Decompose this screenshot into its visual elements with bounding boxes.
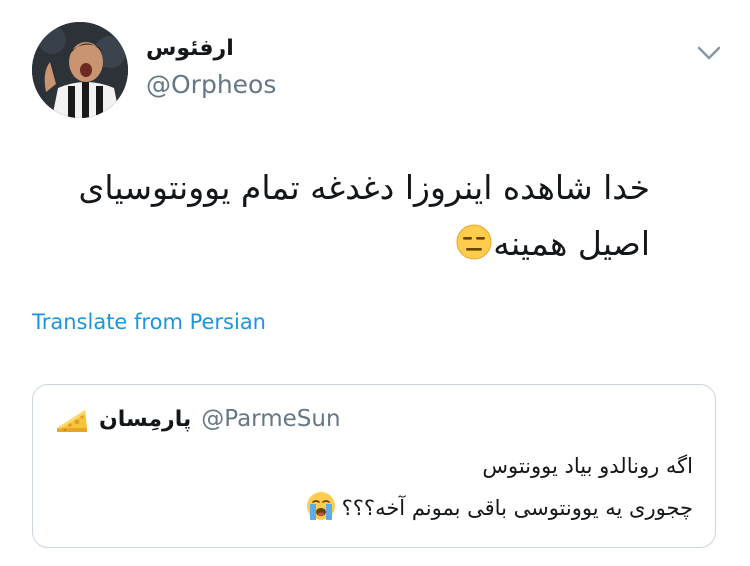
chevron-down-icon[interactable] <box>696 42 722 64</box>
quoted-header: پارمِسان @ParmeSun <box>55 403 341 435</box>
quoted-line-2-text: چجوری یه یوونتوسی باقی بمونم آخه؟؟؟ <box>341 496 693 520</box>
quoted-line-1: اگه رونالدو بیاد یوونتوس <box>482 454 693 478</box>
loudly-crying-face-icon <box>306 491 336 521</box>
author-handle[interactable]: @Orpheos <box>146 70 276 99</box>
quoted-text: اگه رونالدو بیاد یوونتوس چجوری یه یوونتو… <box>93 445 693 529</box>
quoted-tweet[interactable]: پارمِسان @ParmeSun اگه رونالدو بیاد یوون… <box>32 384 716 548</box>
tweet-line-2: اصیل همینه <box>30 216 650 272</box>
tweet-line-1: خدا شاهده اینروزا دغدغه تمام یوونتوسیای <box>78 168 650 207</box>
translate-link[interactable]: Translate from Persian <box>32 310 266 334</box>
author-display-name[interactable]: ارفئوس <box>146 36 234 61</box>
quoted-line-2: چجوری یه یوونتوسی باقی بمونم آخه؟؟؟ <box>93 487 693 529</box>
tweet-line-2-text: اصیل همینه <box>493 224 650 263</box>
quoted-handle[interactable]: @ParmeSun <box>201 406 340 432</box>
expressionless-face-icon <box>455 222 493 260</box>
quoted-display-name[interactable]: پارمِسان <box>99 407 191 432</box>
cheese-wedge-icon <box>55 404 89 434</box>
tweet-text: خدا شاهده اینروزا دغدغه تمام یوونتوسیای … <box>30 160 650 272</box>
avatar[interactable] <box>32 22 128 118</box>
